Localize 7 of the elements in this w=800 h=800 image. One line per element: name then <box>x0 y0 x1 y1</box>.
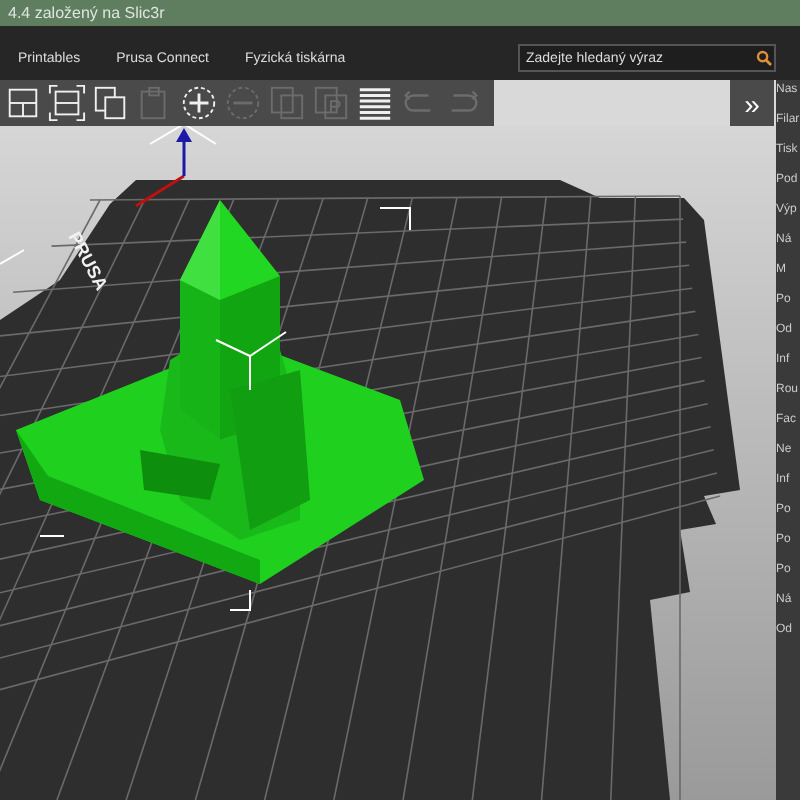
window-title: 4.4 založený na Slic3r <box>8 5 165 21</box>
layers-icon[interactable] <box>356 84 394 122</box>
arrange-selection-icon[interactable] <box>48 84 86 122</box>
arrange-icon[interactable] <box>4 84 42 122</box>
add-icon[interactable] <box>180 84 218 122</box>
copy-icon[interactable] <box>92 84 130 122</box>
collapse-sidebar-button[interactable]: » <box>730 80 774 126</box>
